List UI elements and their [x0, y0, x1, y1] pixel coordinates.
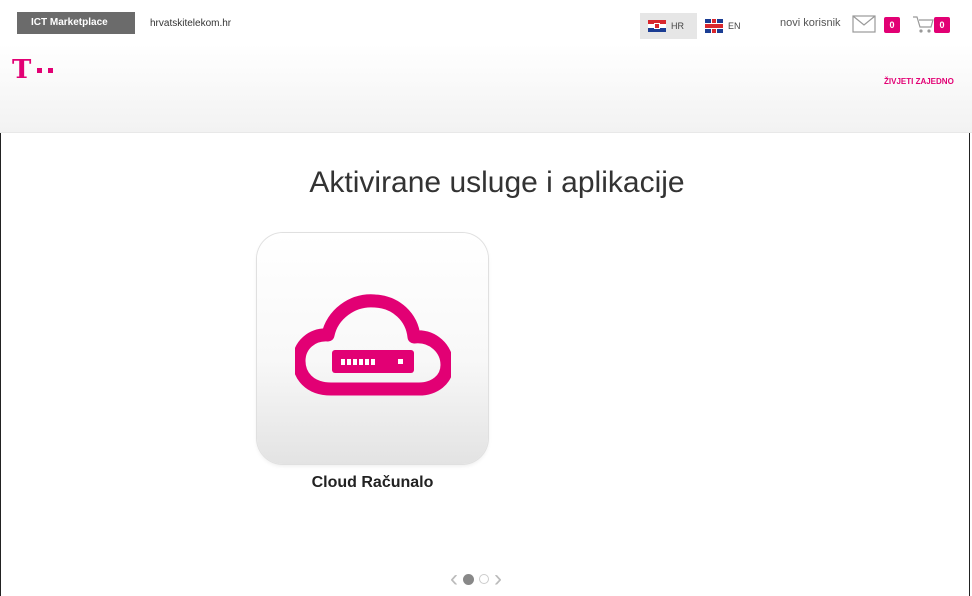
- logo-dot: [48, 68, 54, 73]
- logo-letter: T: [12, 55, 32, 85]
- page-title: Aktivirane usluge i aplikacije: [309, 166, 685, 199]
- cart-count-badge: 0: [934, 17, 950, 33]
- app-label[interactable]: Cloud Računalo: [257, 474, 488, 492]
- cloud-server-icon: [295, 294, 451, 396]
- language-en-button[interactable]: EN: [705, 13, 741, 39]
- mail-icon[interactable]: [852, 15, 876, 33]
- telekom-logo[interactable]: T: [12, 55, 54, 85]
- logo-dot: [37, 68, 43, 73]
- chevron-left-icon[interactable]: ‹: [450, 567, 458, 591]
- ict-marketplace-tab[interactable]: ICT Marketplace: [17, 12, 135, 34]
- language-en-label: EN: [728, 21, 741, 31]
- mail-count-badge: 0: [884, 17, 900, 33]
- croatia-flag-icon: [648, 20, 666, 32]
- cart-icon[interactable]: [912, 14, 934, 34]
- site-link[interactable]: hrvatskitelekom.hr: [150, 18, 231, 29]
- pager-dot[interactable]: [479, 574, 489, 584]
- carousel-pager: ‹ ›: [450, 567, 502, 591]
- chevron-right-icon[interactable]: ›: [494, 567, 502, 591]
- header: T ŽIVJETI ZAJEDNO: [0, 44, 972, 133]
- uk-flag-icon: [705, 19, 723, 33]
- language-hr-label: HR: [671, 21, 684, 31]
- slogan: ŽIVJETI ZAJEDNO: [884, 77, 954, 86]
- new-user-link[interactable]: novi korisnik: [780, 17, 841, 29]
- top-bar: ICT Marketplace hrvatskitelekom.hr HR EN…: [0, 0, 972, 44]
- pager-dot-active[interactable]: [463, 573, 474, 585]
- app-tile-cloud-racunalo[interactable]: [257, 233, 488, 464]
- language-hr-button[interactable]: HR: [640, 13, 697, 39]
